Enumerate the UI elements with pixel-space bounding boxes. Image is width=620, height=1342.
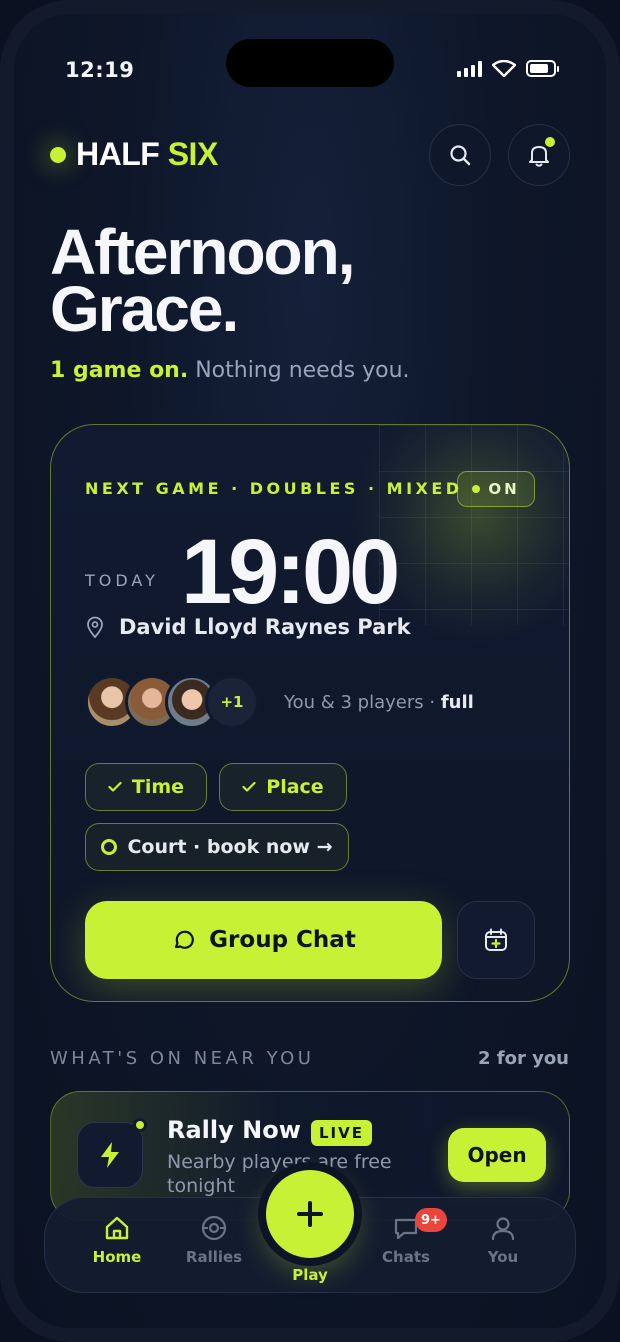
status-summary: Nothing needs you. [195,358,410,383]
target-icon [201,1215,227,1241]
player-avatars[interactable]: +1 [85,675,259,729]
rally-icon-tile [77,1122,143,1188]
game-day: TODAY [85,571,159,590]
greeting-heading: Afternoon, Grace. [50,220,355,345]
nav-rallies-label: Rallies [185,1248,243,1266]
status-icons [457,60,559,77]
check-icon [108,781,122,792]
signal-icon [457,60,482,77]
check-icon [242,781,256,792]
pending-ring-icon [101,839,118,855]
brand-dot [50,146,66,163]
venue-row[interactable]: David Lloyd Raynes Park [85,615,411,639]
game-status-text: ON [488,480,520,498]
chip-time-label: Time [131,776,185,798]
games-count: 1 game on. [50,358,189,383]
book-court-chip[interactable]: Court · book now → [85,823,349,871]
nav-chats-label: Chats [382,1248,430,1266]
brand-name-part1: HALF [76,136,160,172]
add-to-calendar-button[interactable] [457,901,535,979]
open-rally-button[interactable]: Open [448,1128,546,1182]
court-grid-decoration [379,425,569,625]
chip-place-label: Place [266,776,324,798]
time-confirmed-chip[interactable]: Time [85,763,207,811]
rally-title: Rally Now [167,1116,301,1144]
nav-home[interactable]: Home [72,1214,162,1266]
players-status: full [440,692,474,713]
dynamic-island [226,39,394,87]
players-summary: You & 3 players · full [284,692,474,713]
chats-unread-badge: 9+ [415,1208,447,1232]
group-chat-label: Group Chat [209,927,356,953]
game-type-label: NEXT GAME · DOUBLES · MIXED [85,479,463,498]
game-status-pill: ON [457,471,535,507]
nav-rallies[interactable]: Rallies [169,1214,259,1266]
search-button[interactable] [429,124,491,186]
home-icon [105,1216,129,1240]
plus-icon [297,1201,323,1227]
search-icon [450,145,471,166]
nav-play-label: Play [292,1266,328,1284]
brand-logo: HALF SIX [50,136,218,173]
more-players-count: +1 [205,675,259,729]
nav-you-label: You [487,1248,519,1266]
brand-name: HALF SIX [76,136,218,173]
calendar-add-icon [485,928,507,951]
battery-icon [526,60,559,77]
location-pin-icon [87,616,103,638]
venue-name: David Lloyd Raynes Park [119,615,411,639]
chip-court-label: Court · book now → [127,836,333,858]
live-indicator-dot [133,1118,147,1132]
play-button[interactable] [266,1170,354,1258]
next-game-card[interactable]: NEXT GAME · DOUBLES · MIXED ON TODAY 19:… [50,424,570,1002]
players-count-text: You & 3 players · [284,692,436,713]
wifi-icon [492,60,516,77]
status-dot [472,485,481,493]
lightning-icon [101,1142,119,1168]
notifications-button[interactable] [508,124,570,186]
brand-name-part2: SIX [167,136,219,172]
game-time: 19:00 [181,521,400,623]
live-badge: LIVE [311,1120,372,1146]
nearby-count[interactable]: 2 for you [478,1048,569,1069]
group-chat-button[interactable]: Group Chat [85,901,442,979]
section-title-nearby: WHAT'S ON NEAR YOU [50,1048,315,1069]
place-confirmed-chip[interactable]: Place [219,763,347,811]
nav-chats[interactable]: 9+ Chats [361,1208,451,1266]
chat-bubble-icon [175,930,195,949]
notification-dot [545,137,555,147]
nav-home-label: Home [92,1248,142,1266]
greeting-line2: Grace. [50,273,239,345]
phone-frame: 12:19 HALF SIX Afternoon, Grace. 1 game … [0,0,620,1342]
user-icon [491,1217,515,1241]
greeting-subline: 1 game on. Nothing needs you. [50,358,410,383]
nav-you[interactable]: You [458,1214,548,1266]
status-time: 12:19 [65,58,135,82]
